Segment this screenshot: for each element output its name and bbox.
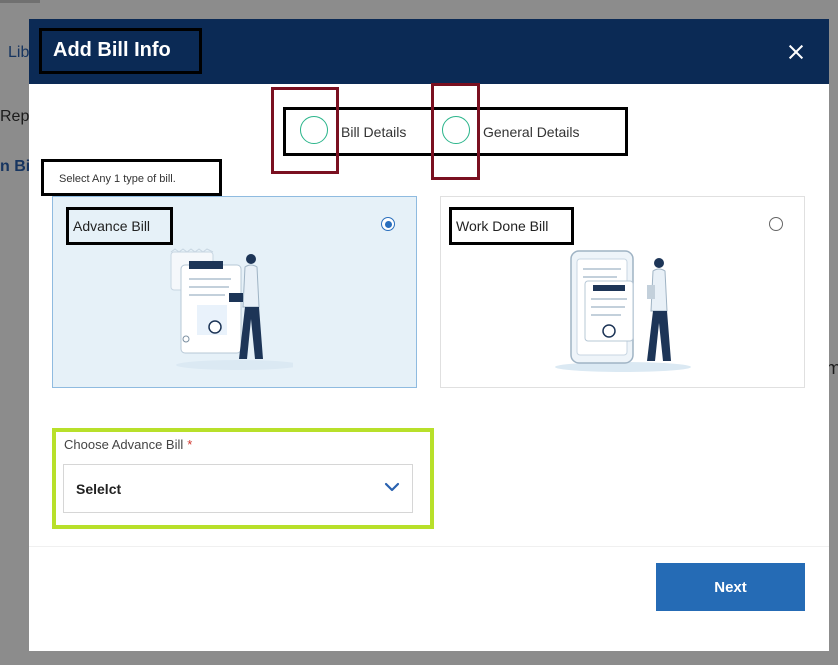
work-done-bill-label: Work Done Bill bbox=[449, 207, 574, 245]
work-done-bill-radio[interactable] bbox=[769, 217, 783, 231]
required-marker: * bbox=[187, 437, 193, 452]
advance-bill-select[interactable]: Selelct bbox=[63, 464, 413, 513]
bill-type-hint: Select Any 1 type of bill. bbox=[41, 159, 222, 196]
work-done-bill-illustration bbox=[555, 250, 691, 372]
footer-divider bbox=[29, 546, 829, 547]
work-done-bill-card[interactable]: Work Done Bill bbox=[440, 196, 805, 388]
add-bill-info-modal: Add Bill Info Bill Details General Detai… bbox=[29, 19, 829, 651]
annotation-box-step-1 bbox=[271, 87, 339, 174]
chevron-down-icon bbox=[384, 482, 400, 492]
close-icon[interactable] bbox=[781, 37, 811, 67]
advance-bill-label: Advance Bill bbox=[66, 207, 173, 245]
choose-advance-bill-label: Choose Advance Bill * bbox=[64, 437, 192, 452]
advance-bill-illustration bbox=[170, 248, 293, 370]
step-label-bill-details: Bill Details bbox=[341, 124, 407, 140]
step-label-general-details: General Details bbox=[483, 124, 580, 140]
modal-header: Add Bill Info bbox=[29, 19, 829, 84]
choose-advance-bill-field: Choose Advance Bill * Selelct bbox=[52, 428, 434, 529]
advance-bill-select-value: Selelct bbox=[76, 481, 122, 497]
advance-bill-card[interactable]: Advance Bill bbox=[52, 196, 417, 388]
annotation-box-step-2 bbox=[431, 83, 480, 180]
modal-title: Add Bill Info bbox=[39, 28, 202, 74]
next-button[interactable]: Next bbox=[656, 563, 805, 611]
choose-advance-bill-label-text: Choose Advance Bill bbox=[64, 437, 184, 452]
advance-bill-radio[interactable] bbox=[381, 217, 395, 231]
